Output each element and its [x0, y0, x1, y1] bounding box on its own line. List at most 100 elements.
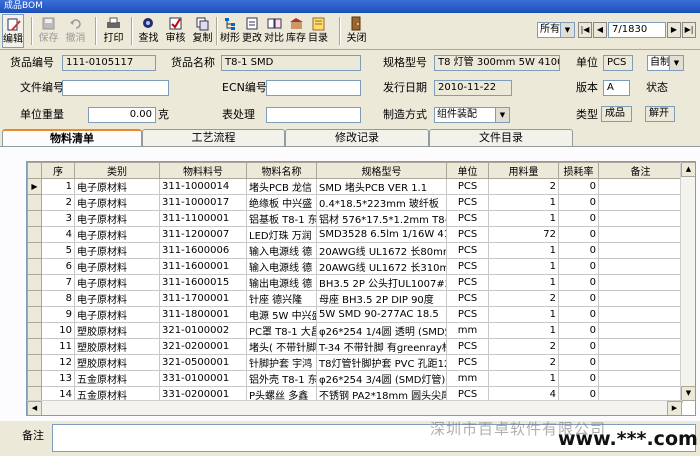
cell-part-no[interactable]: 311-1200007 [159, 226, 247, 243]
cell-unit[interactable]: mm [446, 370, 489, 387]
cell-category[interactable]: 塑胶原材料 [74, 322, 160, 339]
cell-seq[interactable]: 7 [41, 274, 75, 291]
cell-part-name[interactable]: PC罩 T8-1 大昌 [246, 322, 317, 339]
cell-seq[interactable]: 2 [41, 194, 75, 211]
cell-category[interactable]: 五金原材料 [74, 370, 160, 387]
cell-spec[interactable]: T8灯管针脚护套 PVC 孔距12 [316, 354, 447, 371]
row-indicator[interactable] [27, 306, 42, 323]
cell-qty[interactable]: 1 [488, 210, 559, 227]
col-header-remark[interactable]: 备注 [598, 162, 683, 179]
tab-process[interactable]: 工艺流程 [142, 129, 285, 146]
cell-part-no[interactable]: 311-1600015 [159, 274, 247, 291]
current-row-indicator[interactable]: ▶ [27, 178, 42, 195]
row-indicator[interactable] [27, 258, 42, 275]
undo-button[interactable]: 撤消 [62, 14, 89, 48]
table-row[interactable]: 9 电子原材料 311-1800001 电源 5W 中兴盛 5W SMD 90-277A… [27, 306, 683, 323]
cell-spec[interactable]: BH3.5 2P 公头打UL1007#24 [316, 274, 447, 291]
cell-part-name[interactable]: LED灯珠 万润 [246, 226, 317, 243]
cell-loss[interactable]: 0 [558, 226, 599, 243]
copy-button[interactable]: 复制 [189, 14, 216, 48]
cell-category[interactable]: 电子原材料 [74, 306, 160, 323]
prev-record-button[interactable]: ◀ [593, 22, 607, 38]
cell-seq[interactable]: 1 [41, 178, 75, 195]
cell-seq[interactable]: 9 [41, 306, 75, 323]
cell-qty[interactable]: 2 [488, 178, 559, 195]
cell-qty[interactable]: 1 [488, 194, 559, 211]
cell-seq[interactable]: 12 [41, 354, 75, 371]
scroll-down-icon[interactable]: ▼ [681, 386, 695, 401]
spec-field[interactable]: T8 灯管 300mm 5W 4100K [434, 55, 560, 71]
cell-remark[interactable] [598, 258, 683, 275]
row-indicator[interactable] [27, 290, 42, 307]
table-row[interactable]: 13 五金原材料 331-0100001 铝外壳 T8-1 东 φ26*254 3/4圆… [27, 370, 683, 387]
cell-unit[interactable]: PCS [446, 290, 489, 307]
cell-part-name[interactable]: 绝缘板 中兴盛 [246, 194, 317, 211]
cell-qty[interactable]: 1 [488, 306, 559, 323]
edit-button[interactable]: 编辑 [2, 14, 24, 48]
tab-file-catalog[interactable]: 文件目录 [429, 129, 573, 146]
cell-part-no[interactable]: 321-0100002 [159, 322, 247, 339]
table-row[interactable]: 8 电子原材料 311-1700001 针座 德兴隆 母座 BH3.5 2P DIP 9… [27, 290, 683, 307]
cell-remark[interactable] [598, 226, 683, 243]
row-indicator[interactable] [27, 274, 42, 291]
cell-unit[interactable]: PCS [446, 274, 489, 291]
row-indicator[interactable] [27, 194, 42, 211]
cell-remark[interactable] [598, 178, 683, 195]
table-row[interactable]: 7 电子原材料 311-1600015 输出电源线 德 BH3.5 2P 公头打UL10… [27, 274, 683, 291]
cell-category[interactable]: 塑胶原材料 [74, 354, 160, 371]
row-indicator[interactable] [27, 338, 42, 355]
cell-part-name[interactable]: 铝外壳 T8-1 东 [246, 370, 317, 387]
cell-spec[interactable]: 铝材 576*17.5*1.2mm T8-1 [316, 210, 447, 227]
cell-part-no[interactable]: 321-0200001 [159, 338, 247, 355]
row-indicator[interactable] [27, 210, 42, 227]
print-button[interactable]: 打印 [100, 14, 127, 48]
cell-spec[interactable]: φ26*254 1/4圆 透明 (SMD灯 [316, 322, 447, 339]
cell-unit[interactable]: PCS [446, 306, 489, 323]
compare-button[interactable]: 对比 [263, 14, 285, 48]
col-header-spec[interactable]: 规格型号 [316, 162, 447, 179]
save-button[interactable]: 保存 [35, 14, 62, 48]
col-header-part-name[interactable]: 物料名称 [246, 162, 317, 179]
table-handler-field[interactable] [266, 107, 361, 123]
cell-loss[interactable]: 0 [558, 242, 599, 259]
grid-horizontal-scrollbar[interactable]: ◀ ▶ [27, 400, 682, 415]
cell-part-name[interactable]: 针脚护套 宇鸿 [246, 354, 317, 371]
cell-part-name[interactable]: 针座 德兴隆 [246, 290, 317, 307]
col-header-category[interactable]: 类别 [74, 162, 160, 179]
col-header-part-no[interactable]: 物料料号 [159, 162, 247, 179]
tree-button[interactable]: 树形 [219, 14, 241, 48]
row-indicator[interactable] [27, 226, 42, 243]
cell-qty[interactable]: 1 [488, 242, 559, 259]
file-no-field[interactable] [62, 80, 169, 96]
cell-part-no[interactable]: 311-1000014 [159, 178, 247, 195]
cell-unit[interactable]: PCS [446, 194, 489, 211]
cell-loss[interactable]: 0 [558, 274, 599, 291]
lock-state-field[interactable]: 解开 [645, 106, 675, 122]
table-row[interactable]: 10 塑胶原材料 321-0100002 PC罩 T8-1 大昌 φ26*254 1/4… [27, 322, 683, 339]
unit-field[interactable]: PCS [603, 55, 633, 71]
cell-category[interactable]: 塑胶原材料 [74, 338, 160, 355]
col-header-seq[interactable]: 序 [41, 162, 75, 179]
tab-bom[interactable]: 物料清单 [2, 129, 142, 147]
cell-part-name[interactable]: 输入电源线 德 [246, 258, 317, 275]
cell-spec[interactable]: SMD3528 6.5lm 1/16W 4100K [316, 226, 447, 243]
cell-remark[interactable] [598, 210, 683, 227]
table-row[interactable]: 3 电子原材料 311-1100001 铝基板 T8-1 东铝材 576*17.5*1… [27, 210, 683, 227]
cell-category[interactable]: 电子原材料 [74, 290, 160, 307]
cell-loss[interactable]: 0 [558, 194, 599, 211]
row-indicator[interactable] [27, 354, 42, 371]
mfg-mode-select[interactable]: 组件装配 ▼ [434, 107, 510, 123]
item-code-field[interactable]: 111-0105117 [62, 55, 156, 71]
cell-unit[interactable]: PCS [446, 178, 489, 195]
cell-part-no[interactable]: 321-0500001 [159, 354, 247, 371]
close-button[interactable]: 关闭 [343, 14, 370, 48]
cell-part-name[interactable]: 输出电源线 德 [246, 274, 317, 291]
table-row[interactable]: 2 电子原材料 311-1000017 绝缘板 中兴盛 0.4*18.5*223mm 玻… [27, 194, 683, 211]
cell-spec[interactable]: 0.4*18.5*223mm 玻纤板 [316, 194, 447, 211]
cell-unit[interactable]: PCS [446, 258, 489, 275]
cell-category[interactable]: 电子原材料 [74, 258, 160, 275]
cell-spec[interactable]: T-34 不带针脚 有greenray标 [316, 338, 447, 355]
cell-qty[interactable]: 1 [488, 258, 559, 275]
cell-part-no[interactable]: 311-1800001 [159, 306, 247, 323]
cell-part-no[interactable]: 311-1700001 [159, 290, 247, 307]
